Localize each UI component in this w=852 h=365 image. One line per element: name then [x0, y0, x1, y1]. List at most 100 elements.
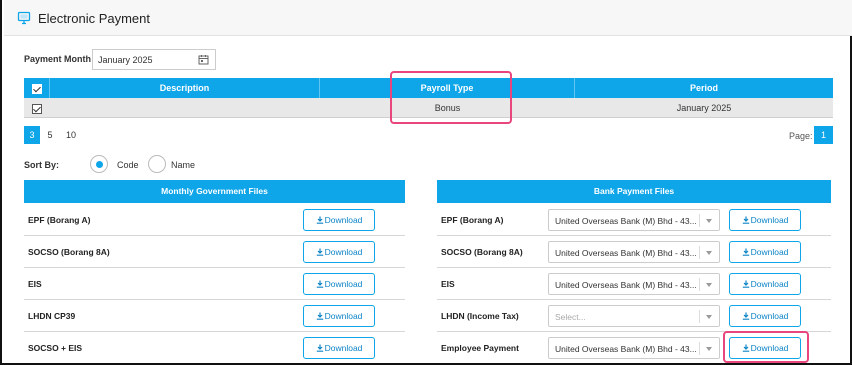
monitor-icon — [17, 11, 31, 25]
file-label: SOCSO (Borang 8A) — [28, 247, 110, 257]
bank-select[interactable]: United Overseas Bank (M) Bhd - 43... — [548, 337, 720, 359]
chevron-down-icon[interactable] — [706, 315, 712, 319]
select-divider — [699, 214, 700, 227]
file-label: SOCSO (Borang 8A) — [441, 247, 523, 257]
select-divider — [699, 246, 700, 259]
download-button[interactable]: Download — [303, 241, 375, 263]
bank-select-value: United Overseas Bank (M) Bhd - 43... — [555, 280, 697, 290]
bank-select[interactable]: United Overseas Bank (M) Bhd - 43... — [548, 241, 720, 263]
list-item: SOCSO (Borang 8A) Download — [24, 236, 405, 268]
download-icon — [316, 216, 323, 224]
download-button[interactable]: Download — [303, 337, 375, 359]
download-label: Download — [750, 343, 789, 353]
file-label: SOCSO + EIS — [28, 343, 83, 353]
select-all-cell — [24, 78, 50, 98]
download-icon — [316, 312, 323, 320]
bank-select-value: United Overseas Bank (M) Bhd - 43... — [555, 344, 697, 354]
download-label: Download — [750, 279, 789, 289]
row-payroll-type: Bonus — [434, 103, 461, 113]
page-number-button[interactable]: 1 — [814, 126, 833, 144]
list-item: Employee Payment United Overseas Bank (M… — [437, 332, 831, 364]
calendar-icon[interactable] — [198, 54, 209, 65]
download-label: Download — [324, 247, 363, 257]
file-label: EIS — [28, 279, 42, 289]
list-item: EPF (Borang A) United Overseas Bank (M) … — [437, 204, 831, 236]
page-size-option[interactable]: 3 — [24, 126, 40, 144]
chevron-down-icon[interactable] — [706, 283, 712, 287]
page-size-option[interactable]: 5 — [42, 126, 58, 144]
download-label: Download — [324, 343, 363, 353]
download-label: Download — [750, 215, 789, 225]
download-label: Download — [324, 279, 363, 289]
download-icon — [316, 248, 323, 256]
chevron-down-icon[interactable] — [706, 219, 712, 223]
payroll-table-header: Description Payroll Type Period — [24, 78, 833, 98]
payment-month-label: Payment Month — [24, 54, 92, 64]
file-label: LHDN CP39 — [28, 311, 76, 321]
row-checkbox[interactable] — [32, 103, 42, 114]
page-title: Electronic Payment — [38, 11, 150, 26]
download-icon — [742, 312, 749, 320]
bank-select-value: United Overseas Bank (M) Bhd - 43... — [555, 216, 697, 226]
table-row[interactable]: Bonus January 2025 — [24, 98, 833, 118]
select-divider — [699, 310, 700, 323]
list-item: EIS Download — [24, 268, 405, 300]
download-button[interactable]: Download — [303, 305, 375, 327]
download-label: Download — [750, 247, 789, 257]
row-select-cell — [24, 98, 50, 118]
page-label: Page: — [789, 131, 813, 141]
download-button[interactable]: Download — [729, 305, 801, 327]
download-label: Download — [324, 215, 363, 225]
bank-select[interactable]: Select... — [548, 305, 720, 327]
chevron-down-icon[interactable] — [706, 251, 712, 255]
download-button[interactable]: Download — [303, 209, 375, 231]
bank-files-header: Bank Payment Files — [437, 180, 831, 203]
row-period: January 2025 — [676, 103, 732, 113]
list-item: SOCSO + EIS Download — [24, 332, 405, 364]
download-icon — [742, 344, 749, 352]
file-label: EPF (Borang A) — [28, 215, 91, 225]
bank-select[interactable]: United Overseas Bank (M) Bhd - 43... — [548, 209, 720, 231]
download-button[interactable]: Download — [303, 273, 375, 295]
download-icon — [316, 344, 323, 352]
row-description — [50, 98, 320, 118]
download-button[interactable]: Download — [729, 273, 801, 295]
download-button[interactable]: Download — [729, 209, 801, 231]
select-divider — [699, 278, 700, 291]
download-label: Download — [750, 311, 789, 321]
download-icon — [742, 248, 749, 256]
file-label: LHDN (Income Tax) — [441, 311, 519, 321]
chevron-down-icon[interactable] — [706, 347, 712, 351]
column-payroll-type: Payroll Type — [320, 78, 575, 98]
bank-select-value: United Overseas Bank (M) Bhd - 43... — [555, 248, 697, 258]
download-icon — [742, 216, 749, 224]
column-period: Period — [689, 83, 718, 93]
download-icon — [316, 280, 323, 288]
sort-code-label[interactable]: Code — [117, 160, 139, 170]
payment-month-input[interactable]: January 2025 — [92, 49, 216, 70]
page-size-option[interactable]: 10 — [63, 126, 79, 144]
bank-select-placeholder: Select... — [555, 312, 586, 322]
column-description: Description — [50, 78, 320, 98]
list-item: LHDN (Income Tax) Select... Download — [437, 300, 831, 332]
select-all-checkbox[interactable] — [31, 83, 42, 94]
sort-by-label: Sort By: — [24, 160, 60, 170]
list-item: SOCSO (Borang 8A) United Overseas Bank (… — [437, 236, 831, 268]
gov-files-header: Monthly Government Files — [24, 180, 405, 203]
list-item: EPF (Borang A) Download — [24, 204, 405, 236]
list-item: LHDN CP39 Download — [24, 300, 405, 332]
download-button[interactable]: Download — [729, 241, 801, 263]
select-divider — [699, 342, 700, 355]
download-button[interactable]: Download — [729, 337, 801, 359]
sort-name-label[interactable]: Name — [171, 160, 195, 170]
title-bar: Electronic Payment — [4, 0, 852, 36]
download-label: Download — [324, 311, 363, 321]
payment-month-value: January 2025 — [98, 55, 153, 65]
payroll-table: Description Payroll Type Period Bonus Ja… — [24, 78, 833, 118]
download-icon — [742, 280, 749, 288]
list-item: EIS United Overseas Bank (M) Bhd - 43...… — [437, 268, 831, 300]
sort-name-radio[interactable] — [148, 155, 166, 173]
bank-select[interactable]: United Overseas Bank (M) Bhd - 43... — [548, 273, 720, 295]
file-label: EPF (Borang A) — [441, 215, 504, 225]
sort-code-radio[interactable] — [90, 155, 108, 173]
